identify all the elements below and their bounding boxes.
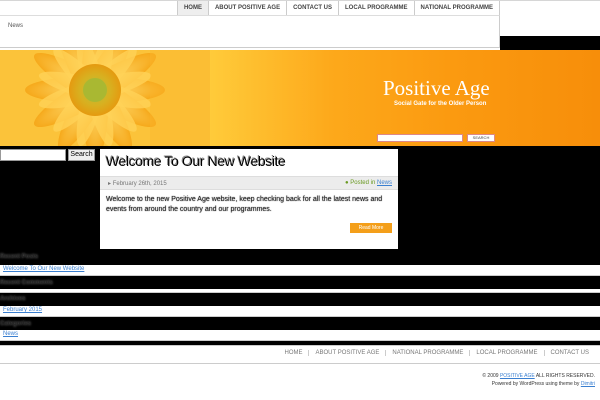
post-excerpt: Welcome to the new Positive Age website,… <box>106 196 383 213</box>
footer-nav-local[interactable]: LOCAL PROGRAMME <box>469 350 543 356</box>
post-meta: ▸ February 26th, 2015 ● Posted in News <box>100 176 398 190</box>
nav-local-programme[interactable]: LOCAL PROGRAMME <box>339 1 415 16</box>
widget-archives: February 2015 <box>0 306 600 317</box>
widget-heading-categories: Categories <box>0 321 32 327</box>
post-category-link[interactable]: News <box>377 180 392 186</box>
sidebar-search-button[interactable]: Search <box>68 149 95 161</box>
header-search-input[interactable] <box>377 134 463 142</box>
category-link[interactable]: News <box>3 331 18 337</box>
footer-nav: HOME ABOUT POSITIVE AGE NATIONAL PROGRAM… <box>0 345 600 363</box>
nav-contact[interactable]: CONTACT US <box>287 1 339 16</box>
sub-nav: News <box>0 15 500 48</box>
footer: © 2009 POSITIVE AGE ALL RIGHTS RESERVED.… <box>0 363 600 400</box>
sidebar-search-input[interactable] <box>0 149 66 161</box>
widget-categories: News <box>0 330 600 341</box>
header-strip <box>500 36 600 50</box>
copyright-link[interactable]: POSITIVE AGE <box>500 373 535 379</box>
widget-heading-archives: Archives <box>0 296 26 302</box>
header-banner: Positive Age Social Gate for the Older P… <box>0 50 600 146</box>
widget-recent-posts: Welcome To Our New Website <box>0 265 600 276</box>
nav-home[interactable]: HOME <box>177 1 209 16</box>
read-more-button[interactable]: Read More <box>350 223 392 233</box>
widget-recent-comments <box>0 289 600 293</box>
footer-nav-about[interactable]: ABOUT POSITIVE AGE <box>308 350 385 356</box>
header-search-button[interactable]: SEARCH <box>467 134 495 142</box>
footer-nav-home[interactable]: HOME <box>278 350 308 356</box>
post-title[interactable]: Welcome To Our New Website <box>106 153 286 169</box>
copyright-suffix: ALL RIGHTS RESERVED. <box>535 373 595 379</box>
footer-nav-contact[interactable]: CONTACT US <box>543 350 595 356</box>
sub-nav-news[interactable]: News <box>8 23 23 29</box>
copyright-prefix: © 2009 <box>482 373 499 379</box>
flower-image <box>0 50 210 146</box>
widget-heading-recent-comments: Recent Comments <box>0 280 53 286</box>
post-card: Welcome To Our New Website ▸ February 26… <box>100 149 398 249</box>
powered-by: Powered by WordPress using theme by Dimi… <box>492 381 595 387</box>
copyright: © 2009 POSITIVE AGE ALL RIGHTS RESERVED. <box>482 373 595 379</box>
post-category: ● Posted in News <box>344 180 392 186</box>
powered-by-text: Powered by WordPress using theme by <box>491 381 580 387</box>
nav-about[interactable]: ABOUT POSITIVE AGE <box>209 1 288 16</box>
widget-heading-recent-posts: Recent Posts <box>0 254 39 260</box>
footer-nav-national[interactable]: NATIONAL PROGRAMME <box>385 350 469 356</box>
top-nav: HOME ABOUT POSITIVE AGE CONTACT US LOCAL… <box>176 1 500 16</box>
theme-author-link[interactable]: Dimitri <box>581 381 595 387</box>
nav-national-programme[interactable]: NATIONAL PROGRAMME <box>415 1 500 16</box>
site-tagline: Social Gate for the Older Person <box>394 101 487 107</box>
post-date-text: February 26th, 2015 <box>112 181 167 187</box>
posted-in-label: Posted in <box>350 180 376 186</box>
site-title[interactable]: Positive Age <box>383 76 490 101</box>
post-date: ▸ February 26th, 2015 <box>108 181 167 187</box>
recent-post-link[interactable]: Welcome To Our New Website <box>3 266 84 272</box>
archive-link[interactable]: February 2015 <box>3 307 42 313</box>
